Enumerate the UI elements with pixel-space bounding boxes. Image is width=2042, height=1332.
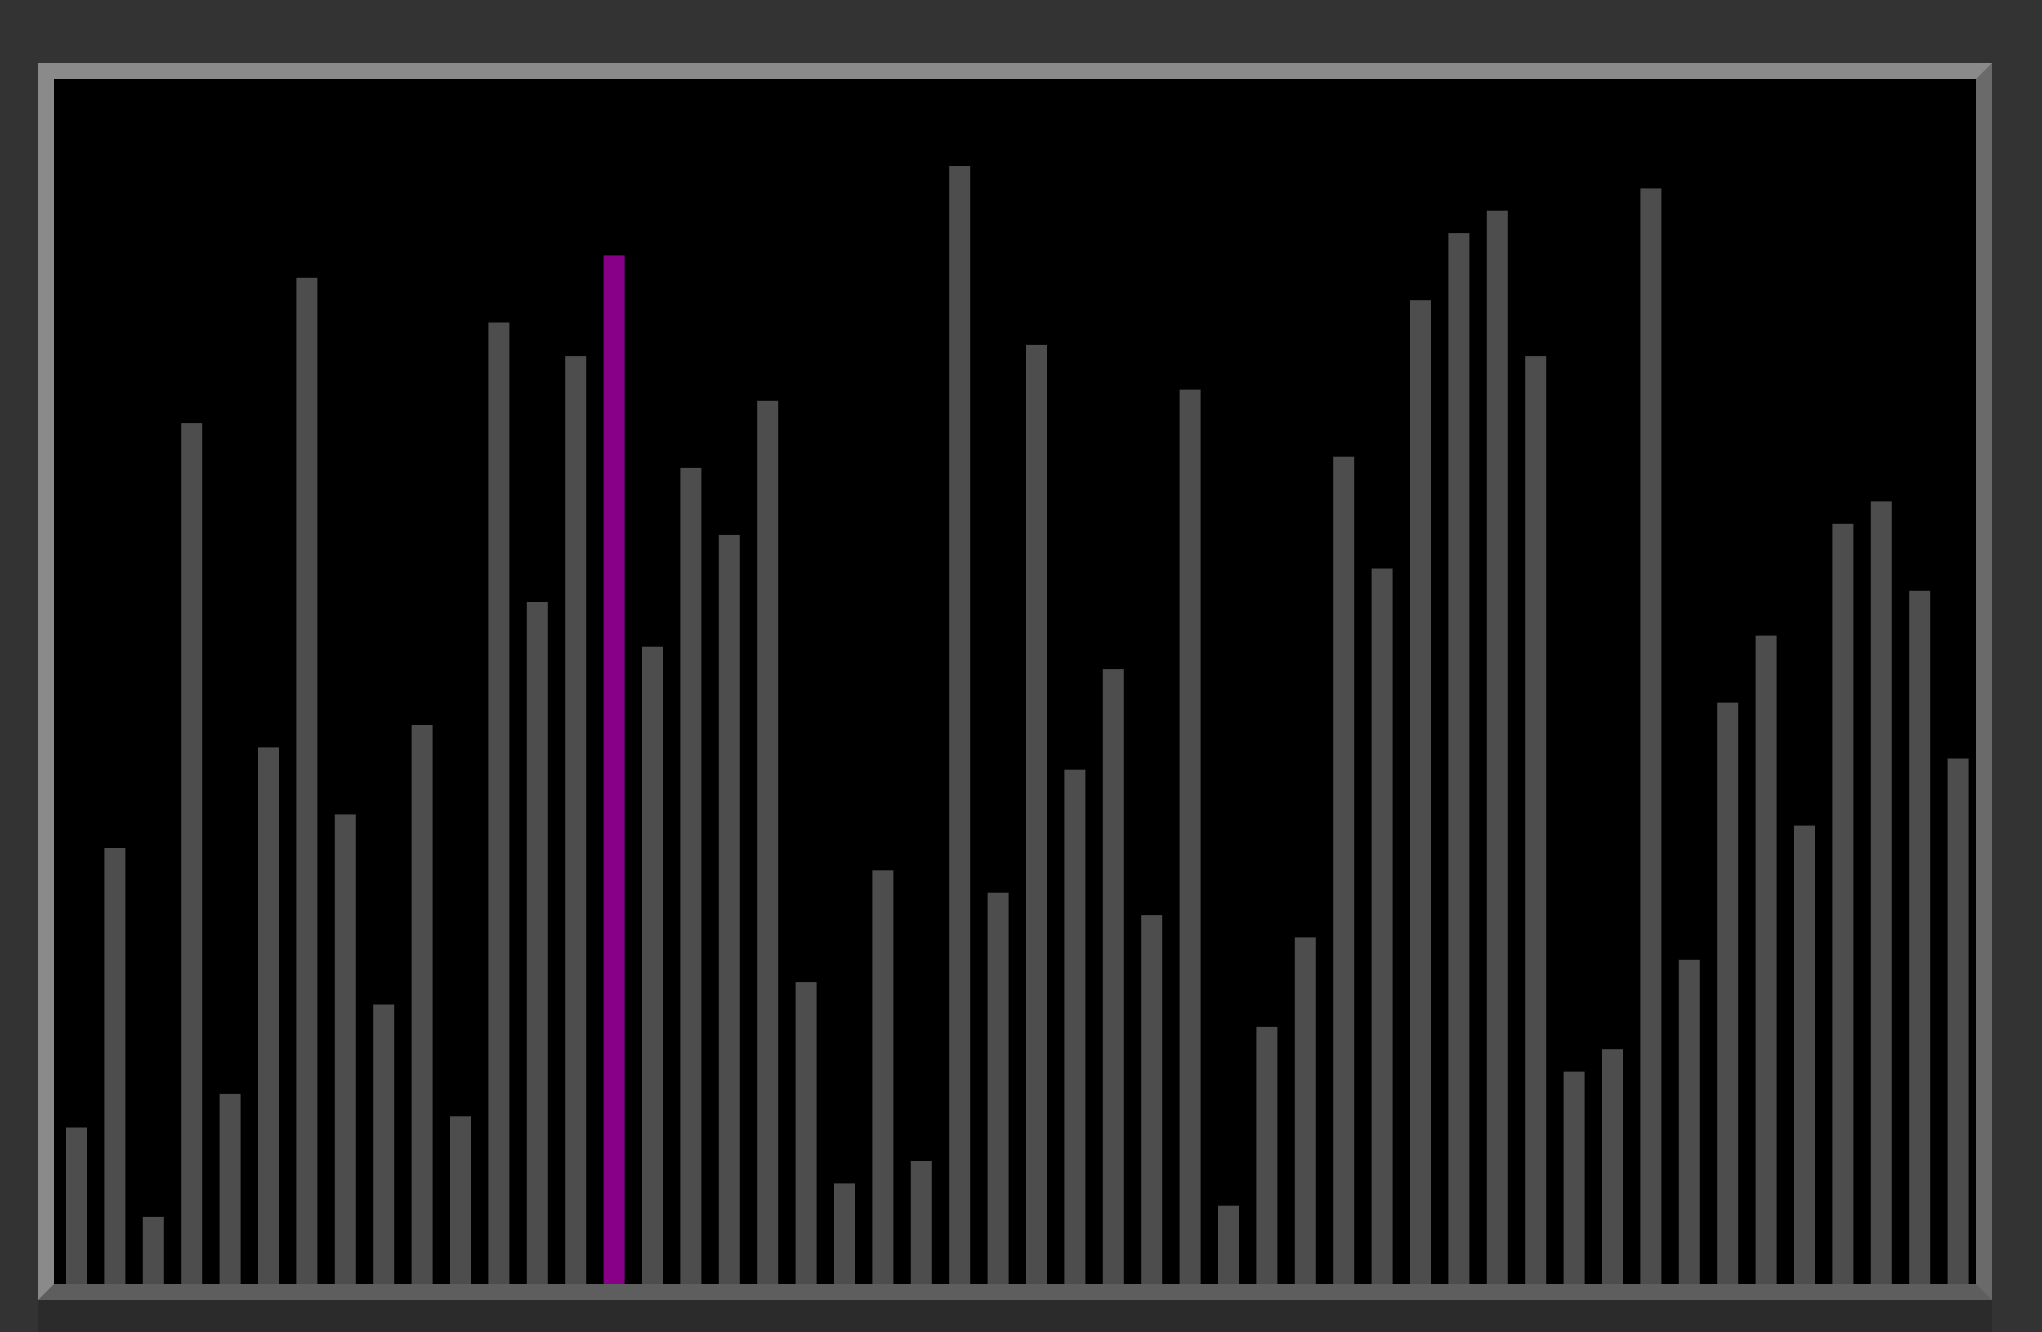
array-bar [1563, 1071, 1585, 1284]
array-bar [1256, 1026, 1278, 1284]
array-bar [565, 356, 587, 1284]
bars-plot [66, 166, 1969, 1284]
array-bar [1102, 669, 1124, 1284]
array-bar [450, 1116, 471, 1284]
array-bar [1909, 590, 1931, 1284]
array-bar [142, 1216, 164, 1284]
array-bar [834, 1183, 855, 1284]
array-bar [1870, 501, 1892, 1284]
visualizer-frame [38, 63, 1992, 1300]
highlighted-bar [603, 255, 625, 1284]
array-bar [66, 1127, 87, 1284]
array-bar [181, 423, 203, 1284]
array-bar [987, 892, 1009, 1284]
array-bar [1294, 937, 1316, 1284]
array-bar [104, 848, 126, 1284]
array-bar [488, 322, 510, 1284]
array-bar [373, 1004, 395, 1284]
array-bar [1410, 300, 1431, 1284]
array-bar [795, 982, 817, 1284]
array-bar [1141, 915, 1163, 1284]
array-bar [949, 166, 971, 1284]
array-bar [1794, 825, 1815, 1284]
array-bar [526, 602, 548, 1284]
array-bar [1640, 188, 1662, 1284]
array-bar [1755, 635, 1777, 1284]
array-bar [1947, 758, 1969, 1284]
array-bar [1333, 456, 1355, 1284]
array-bar [1218, 1205, 1239, 1284]
array-bar [1525, 356, 1547, 1284]
array-bar [1064, 769, 1086, 1284]
sorting-visualizer-canvas [54, 79, 1976, 1284]
array-bar [411, 725, 433, 1284]
array-bar [1448, 233, 1470, 1284]
array-bar [642, 646, 663, 1284]
array-bar [334, 814, 356, 1284]
array-bar [718, 534, 740, 1284]
array-bar [1179, 389, 1201, 1284]
array-bar [1602, 1049, 1623, 1284]
array-bar [296, 277, 318, 1284]
array-bar [219, 1093, 241, 1284]
array-bar [1717, 702, 1739, 1284]
array-bar [872, 870, 894, 1284]
array-bar [1371, 568, 1393, 1284]
bottom-strip [38, 1300, 1992, 1332]
array-bar [1026, 344, 1047, 1284]
array-bar [680, 467, 702, 1284]
array-bar [1678, 959, 1700, 1284]
app-window [0, 0, 2042, 1332]
array-bar [910, 1161, 932, 1284]
array-bar [757, 400, 779, 1284]
array-bar [1486, 210, 1508, 1284]
array-bar [258, 747, 279, 1284]
array-bar [1832, 523, 1854, 1284]
